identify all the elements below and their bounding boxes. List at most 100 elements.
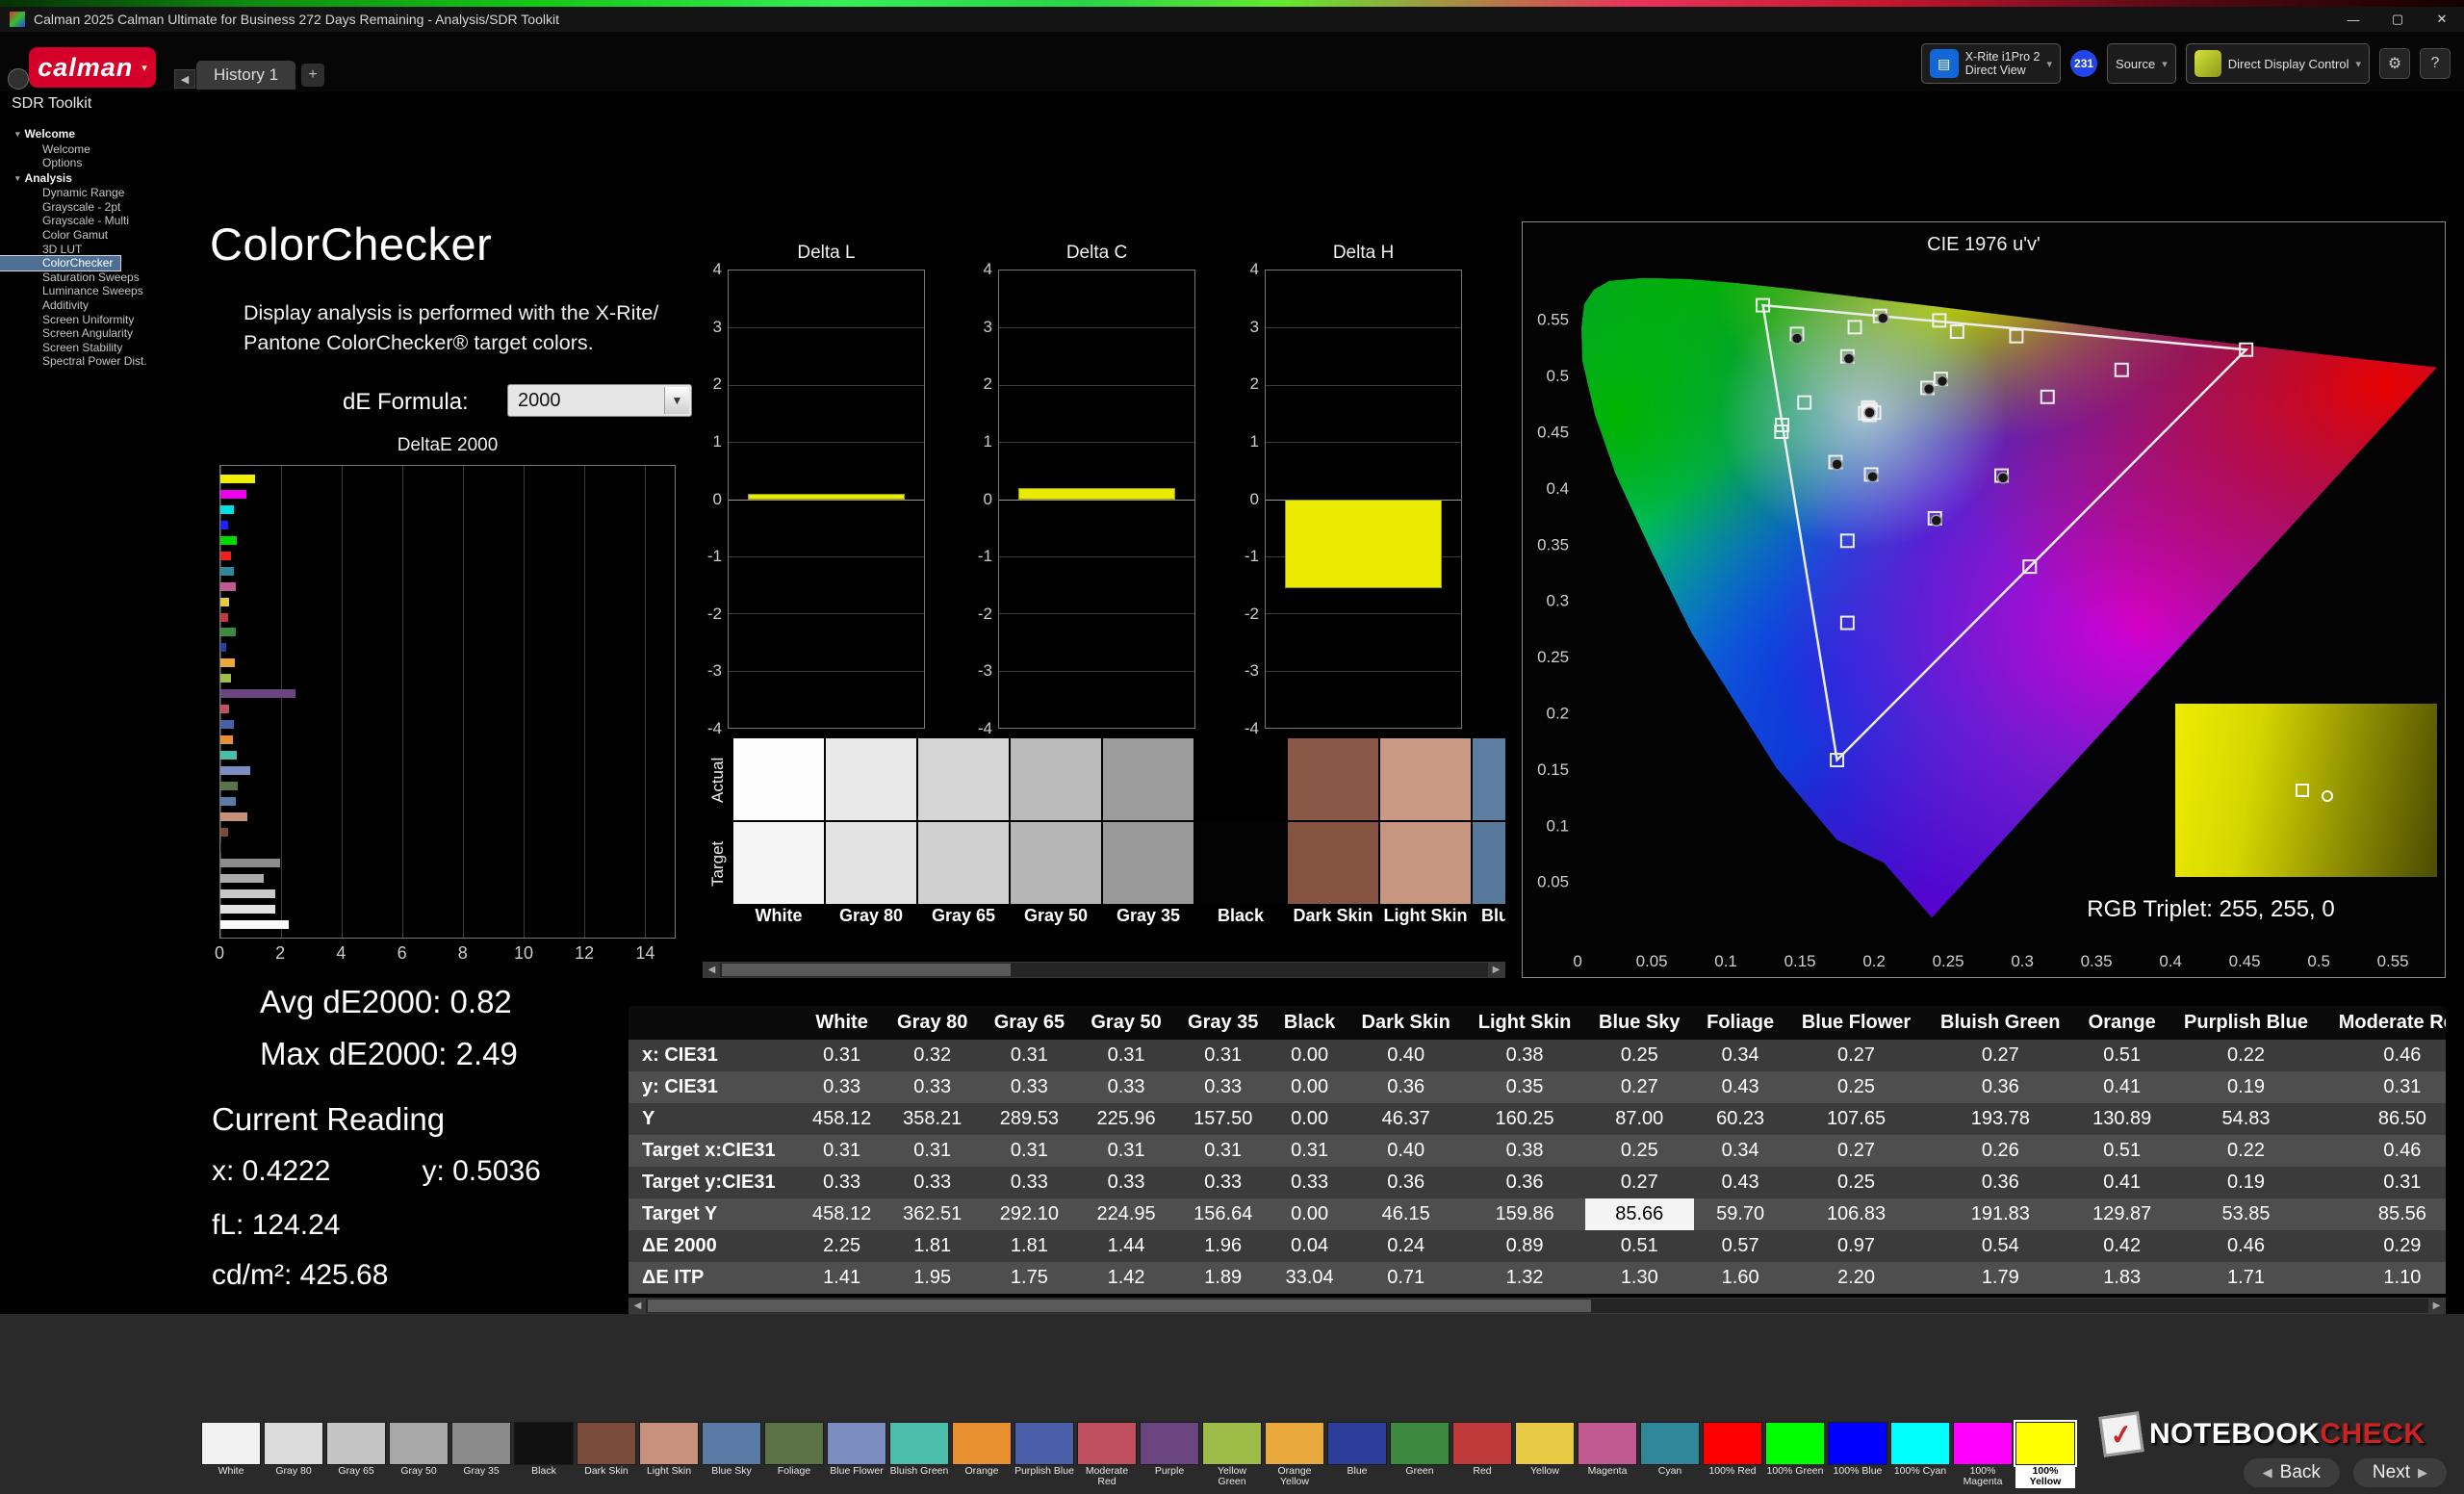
sidebar-item-3d-lut[interactable]: 3D LUT <box>0 243 189 257</box>
table-cell[interactable]: 0.89 <box>1464 1230 1585 1262</box>
patch-100-magenta[interactable]: 100% Magenta <box>1953 1422 2013 1488</box>
table-cell[interactable]: 160.25 <box>1464 1103 1585 1135</box>
table-cell[interactable]: 0.33 <box>884 1167 981 1198</box>
table-cell[interactable]: 0.57 <box>1694 1230 1787 1262</box>
table-cell[interactable]: 0.31 <box>981 1135 1078 1167</box>
patch-foliage[interactable]: Foliage <box>764 1422 824 1488</box>
sidebar-item-grayscale-multi[interactable]: Grayscale - Multi <box>0 214 189 228</box>
table-cell[interactable]: 0.25 <box>1787 1167 1926 1198</box>
sidebar-item-dynamic-range[interactable]: Dynamic Range <box>0 186 189 200</box>
table-cell[interactable]: 0.29 <box>2323 1230 2446 1262</box>
table-cell[interactable]: 0.19 <box>2169 1167 2323 1198</box>
patch-black[interactable]: Black <box>514 1422 574 1488</box>
help-icon[interactable]: ? <box>2420 48 2451 79</box>
scroll-right-icon[interactable]: ▶ <box>2428 1299 2445 1313</box>
sidebar-item-grayscale-2pt[interactable]: Grayscale - 2pt <box>0 200 189 215</box>
patch-100-yellow[interactable]: 100% Yellow <box>2014 1420 2077 1488</box>
table-cell[interactable]: 1.83 <box>2075 1262 2169 1294</box>
table-cell[interactable]: 0.19 <box>2169 1071 2323 1103</box>
sidebar-item-color-gamut[interactable]: Color Gamut <box>0 228 189 243</box>
table-cell[interactable]: 0.97 <box>1787 1230 1926 1262</box>
table-cell[interactable]: 33.04 <box>1271 1262 1348 1294</box>
table-cell[interactable]: 157.50 <box>1174 1103 1271 1135</box>
table-cell[interactable]: 193.78 <box>1925 1103 2075 1135</box>
patch-orange[interactable]: Orange <box>952 1422 1012 1488</box>
table-cell[interactable]: 0.51 <box>1585 1230 1694 1262</box>
patch-light-skin[interactable]: Light Skin <box>639 1422 699 1488</box>
table-cell[interactable]: 0.24 <box>1348 1230 1464 1262</box>
table-cell[interactable]: 87.00 <box>1585 1103 1694 1135</box>
table-cell[interactable]: 1.89 <box>1174 1262 1271 1294</box>
table-cell[interactable]: 0.25 <box>1585 1040 1694 1071</box>
table-cell[interactable]: 0.32 <box>884 1040 981 1071</box>
table-cell[interactable]: 0.31 <box>1174 1040 1271 1071</box>
sidebar-item-screen-angularity[interactable]: Screen Angularity <box>0 326 189 341</box>
table-cell[interactable]: 0.31 <box>884 1135 981 1167</box>
back-button[interactable]: ◀ Back <box>2243 1458 2340 1487</box>
table-cell[interactable]: 1.10 <box>2323 1262 2446 1294</box>
table-cell[interactable]: 0.00 <box>1271 1198 1348 1230</box>
table-cell[interactable]: 458.12 <box>800 1198 885 1230</box>
table-cell[interactable]: 130.89 <box>2075 1103 2169 1135</box>
table-cell[interactable]: 0.36 <box>1925 1071 2075 1103</box>
patch-orange-yellow[interactable]: Orange Yellow <box>1265 1422 1324 1488</box>
table-cell[interactable]: 0.40 <box>1348 1135 1464 1167</box>
table-cell[interactable]: 54.83 <box>2169 1103 2323 1135</box>
table-cell[interactable]: 1.60 <box>1694 1262 1787 1294</box>
table-cell[interactable]: 0.46 <box>2323 1040 2446 1071</box>
table-cell[interactable]: 1.30 <box>1585 1262 1694 1294</box>
patch-100-green[interactable]: 100% Green <box>1765 1422 1825 1488</box>
table-cell[interactable]: 0.22 <box>2169 1135 2323 1167</box>
gear-icon[interactable]: ⚙ <box>2379 48 2410 79</box>
table-cell[interactable]: 0.31 <box>800 1135 885 1167</box>
table-cell[interactable]: 0.36 <box>1348 1167 1464 1198</box>
patch-moderate-red[interactable]: Moderate Red <box>1077 1422 1137 1488</box>
table-cell[interactable]: 85.66 <box>1584 1198 1694 1230</box>
table-cell[interactable]: 1.81 <box>981 1230 1078 1262</box>
table-cell[interactable]: 0.40 <box>1348 1040 1464 1071</box>
table-cell[interactable]: 0.27 <box>1585 1071 1694 1103</box>
table-cell[interactable]: 358.21 <box>884 1103 981 1135</box>
patch-cyan[interactable]: Cyan <box>1640 1422 1700 1488</box>
table-cell[interactable]: 0.41 <box>2075 1167 2169 1198</box>
table-cell[interactable]: 0.00 <box>1271 1071 1348 1103</box>
table-cell[interactable]: 0.31 <box>1078 1135 1175 1167</box>
de-formula-select[interactable]: 2000 ▼ <box>507 384 692 417</box>
sidebar-item-welcome[interactable]: Welcome <box>0 142 189 157</box>
table-cell[interactable]: 159.86 <box>1464 1198 1585 1230</box>
table-cell[interactable]: 0.54 <box>1925 1230 2075 1262</box>
table-cell[interactable]: 0.00 <box>1271 1040 1348 1071</box>
patch-100-cyan[interactable]: 100% Cyan <box>1890 1422 1950 1488</box>
next-button[interactable]: Next ▶ <box>2352 1458 2447 1487</box>
calman-logo-button[interactable]: calman ▾ <box>29 47 156 88</box>
table-cell[interactable]: 46.37 <box>1348 1103 1464 1135</box>
sidebar-item-options[interactable]: Options <box>0 156 189 170</box>
table-cell[interactable]: 0.33 <box>1078 1071 1175 1103</box>
meter-dropdown[interactable]: ▤ X-Rite i1Pro 2 Direct View ▾ <box>1920 43 2062 84</box>
sidebar-item-screen-stability[interactable]: Screen Stability <box>0 341 189 355</box>
patch-red[interactable]: Red <box>1452 1422 1512 1488</box>
table-cell[interactable]: 0.43 <box>1694 1167 1787 1198</box>
table-cell[interactable]: 1.79 <box>1925 1262 2075 1294</box>
table-cell[interactable]: 0.35 <box>1464 1071 1585 1103</box>
table-cell[interactable]: 129.87 <box>2075 1198 2169 1230</box>
table-cell[interactable]: 1.75 <box>981 1262 1078 1294</box>
sidebar-section-analysis[interactable]: ▾ Analysis <box>0 170 189 187</box>
table-cell[interactable]: 0.22 <box>2169 1040 2323 1071</box>
table-cell[interactable]: 0.46 <box>2323 1135 2446 1167</box>
scroll-right-icon[interactable]: ▶ <box>1488 963 1504 977</box>
table-cell[interactable]: 0.33 <box>1174 1167 1271 1198</box>
table-cell[interactable]: 1.44 <box>1078 1230 1175 1262</box>
table-cell[interactable]: 0.33 <box>800 1071 885 1103</box>
table-cell[interactable]: 86.50 <box>2323 1103 2446 1135</box>
table-cell[interactable]: 2.20 <box>1787 1262 1926 1294</box>
table-cell[interactable]: 0.33 <box>1271 1167 1348 1198</box>
table-cell[interactable]: 59.70 <box>1694 1198 1787 1230</box>
scroll-left-icon[interactable]: ◀ <box>629 1299 646 1313</box>
table-scroll-thumb[interactable] <box>648 1300 1591 1312</box>
table-cell[interactable]: 0.25 <box>1787 1071 1926 1103</box>
table-cell[interactable]: 0.46 <box>2169 1230 2323 1262</box>
patch-gray-80[interactable]: Gray 80 <box>264 1422 323 1488</box>
table-cell[interactable]: 1.42 <box>1078 1262 1175 1294</box>
table-cell[interactable]: 0.38 <box>1464 1040 1585 1071</box>
